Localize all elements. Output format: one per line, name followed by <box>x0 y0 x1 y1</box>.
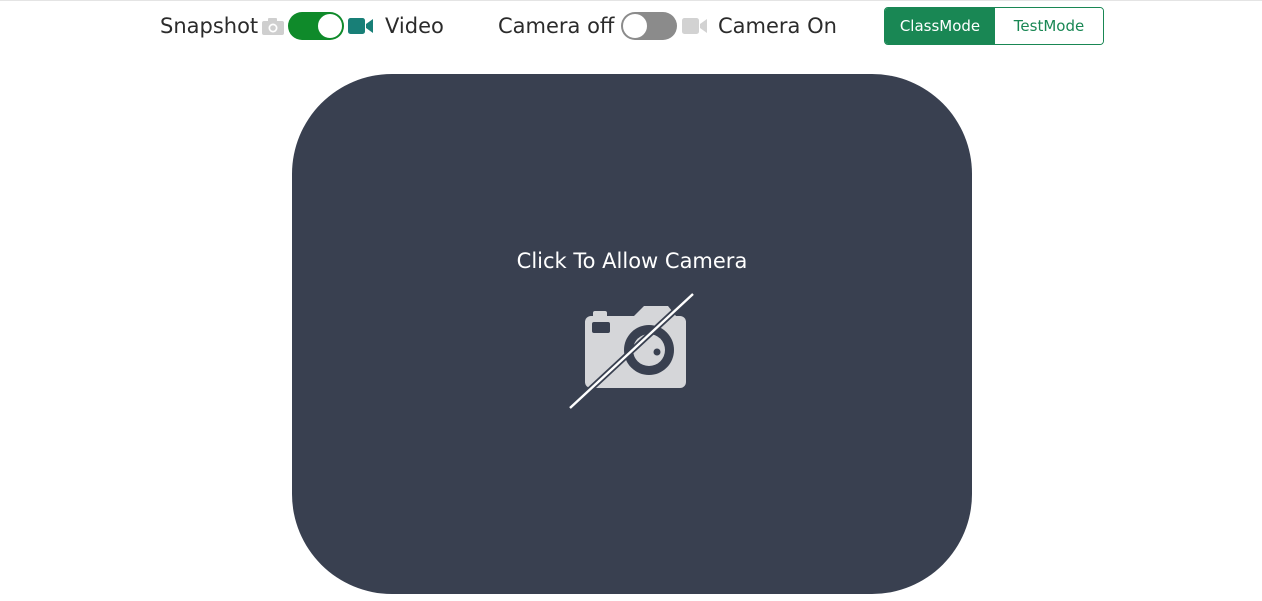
mode-selector: ClassMode TestMode <box>884 7 1104 45</box>
camera-on-label: Camera On <box>718 14 837 38</box>
video-camera-icon <box>681 17 708 39</box>
camera-off-label: Camera off <box>498 14 615 38</box>
snapshot-label: Snapshot <box>160 14 259 38</box>
camera-icon <box>261 16 285 40</box>
camera-power-toggle[interactable] <box>621 12 677 40</box>
camera-power-toggle-knob <box>622 13 648 39</box>
test-mode-button[interactable]: TestMode <box>995 8 1103 44</box>
video-label: Video <box>385 14 444 38</box>
camera-controls-bar: Snapshot Video Camera off Camera On Clas… <box>0 0 1262 54</box>
allow-camera-prompt[interactable]: Click To Allow Camera <box>292 248 972 274</box>
video-camera-icon <box>347 17 374 39</box>
class-mode-button[interactable]: ClassMode <box>885 8 995 44</box>
capture-mode-toggle[interactable] <box>288 12 344 40</box>
capture-mode-toggle-knob <box>317 13 343 39</box>
camera-preview-panel[interactable]: Click To Allow Camera <box>292 74 972 594</box>
camera-off-icon <box>567 291 698 416</box>
